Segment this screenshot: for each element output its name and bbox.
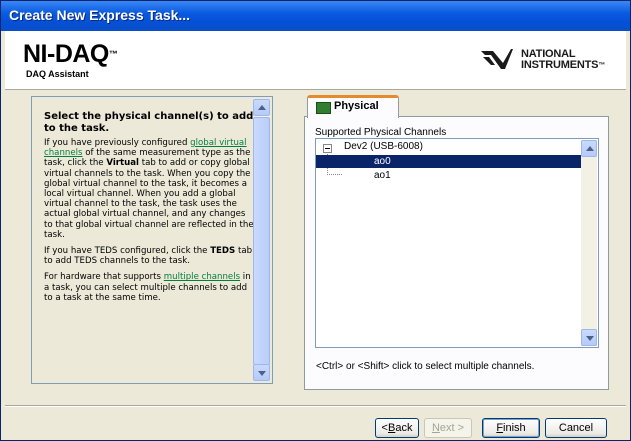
tree-item-label: ao1 xyxy=(374,170,391,181)
finish-rest: inish xyxy=(503,422,526,434)
scroll-up-button[interactable] xyxy=(581,140,597,157)
supported-channels-label: Supported Physical Channels xyxy=(315,127,447,138)
ni-daq-logo: NI-DAQ™ xyxy=(23,40,118,68)
vendor-tm: ™ xyxy=(598,62,606,69)
vendor-line2-text: INSTRUMENTS xyxy=(521,59,599,71)
help-p2-a: If you have TEDS configured, click the xyxy=(44,246,211,257)
vendor-line2: INSTRUMENTS™ xyxy=(521,60,605,71)
eagle-logo-icon xyxy=(481,49,513,69)
help-p1-a: If you have previously configured xyxy=(44,138,191,148)
help-p1-bold: Virtual xyxy=(106,158,139,169)
help-paragraph-2: If you have TEDS configured, click the T… xyxy=(44,246,256,266)
help-paragraph-3: For hardware that supports multiple chan… xyxy=(44,272,256,303)
tab-physical-label: Physical xyxy=(334,100,379,112)
help-p2-bold: TEDS xyxy=(210,246,236,257)
chevron-down-icon xyxy=(258,371,266,376)
help-scrollbar[interactable] xyxy=(253,99,270,381)
national-instruments-logo: NATIONAL INSTRUMENTS™ xyxy=(481,45,611,75)
product-tm: ™ xyxy=(108,49,118,59)
help-p1-c: tab to add or copy global virtual channe… xyxy=(44,158,254,240)
channel-icon xyxy=(316,102,331,114)
tree-item-ao0[interactable]: ao0 xyxy=(316,155,582,168)
multi-select-hint: <Ctrl> or <Shift> click to select multip… xyxy=(316,361,535,372)
help-heading: Select the physical channel(s) to add to… xyxy=(44,111,254,134)
dialog-window: Create New Express Task... NI-DAQ™ DAQ A… xyxy=(0,0,631,441)
title-bar[interactable]: Create New Express Task... xyxy=(1,1,630,31)
chevron-up-icon xyxy=(258,105,266,110)
device-label: Dev2 (USB-6008) xyxy=(344,141,423,152)
help-paragraph-1: If you have previously configured global… xyxy=(44,138,256,240)
back-button[interactable]: <Back xyxy=(375,418,419,438)
scroll-down-button[interactable] xyxy=(581,329,597,346)
footer-divider xyxy=(5,405,626,407)
cancel-button[interactable]: Cancel xyxy=(545,418,607,438)
scroll-down-button[interactable] xyxy=(253,364,270,381)
chevron-down-icon xyxy=(586,336,594,341)
help-panel: Select the physical channel(s) to add to… xyxy=(31,96,273,384)
scroll-thumb[interactable] xyxy=(253,117,270,365)
next-button[interactable]: Next > xyxy=(424,418,472,438)
help-text: Select the physical channel(s) to add to… xyxy=(44,111,256,309)
scroll-up-button[interactable] xyxy=(253,99,270,116)
window-title: Create New Express Task... xyxy=(9,7,191,23)
tree-item-label: ao0 xyxy=(374,156,391,167)
help-p3-a: For hardware that supports xyxy=(44,272,164,283)
channel-tree-scrollbar[interactable] xyxy=(581,140,597,346)
chevron-up-icon xyxy=(586,146,594,151)
multiple-channels-link[interactable]: multiple channels xyxy=(164,272,240,282)
tab-physical[interactable]: Physical xyxy=(307,95,399,118)
tree-item-ao1[interactable]: ao1 xyxy=(316,169,582,183)
tree-device-row[interactable]: Dev2 (USB-6008) xyxy=(316,140,582,154)
product-subtitle: DAQ Assistant xyxy=(26,69,89,79)
back-rest: ack xyxy=(395,422,413,434)
next-rest: ext > xyxy=(439,422,465,434)
header-banner: NI-DAQ™ DAQ Assistant NATIONAL INSTRUMEN… xyxy=(5,31,626,90)
channel-tree[interactable]: Dev2 (USB-6008) ao0 ao1 xyxy=(315,138,599,348)
product-name: NI-DAQ xyxy=(23,40,109,68)
finish-button[interactable]: Finish xyxy=(482,418,540,438)
next-accel: N xyxy=(431,422,440,434)
